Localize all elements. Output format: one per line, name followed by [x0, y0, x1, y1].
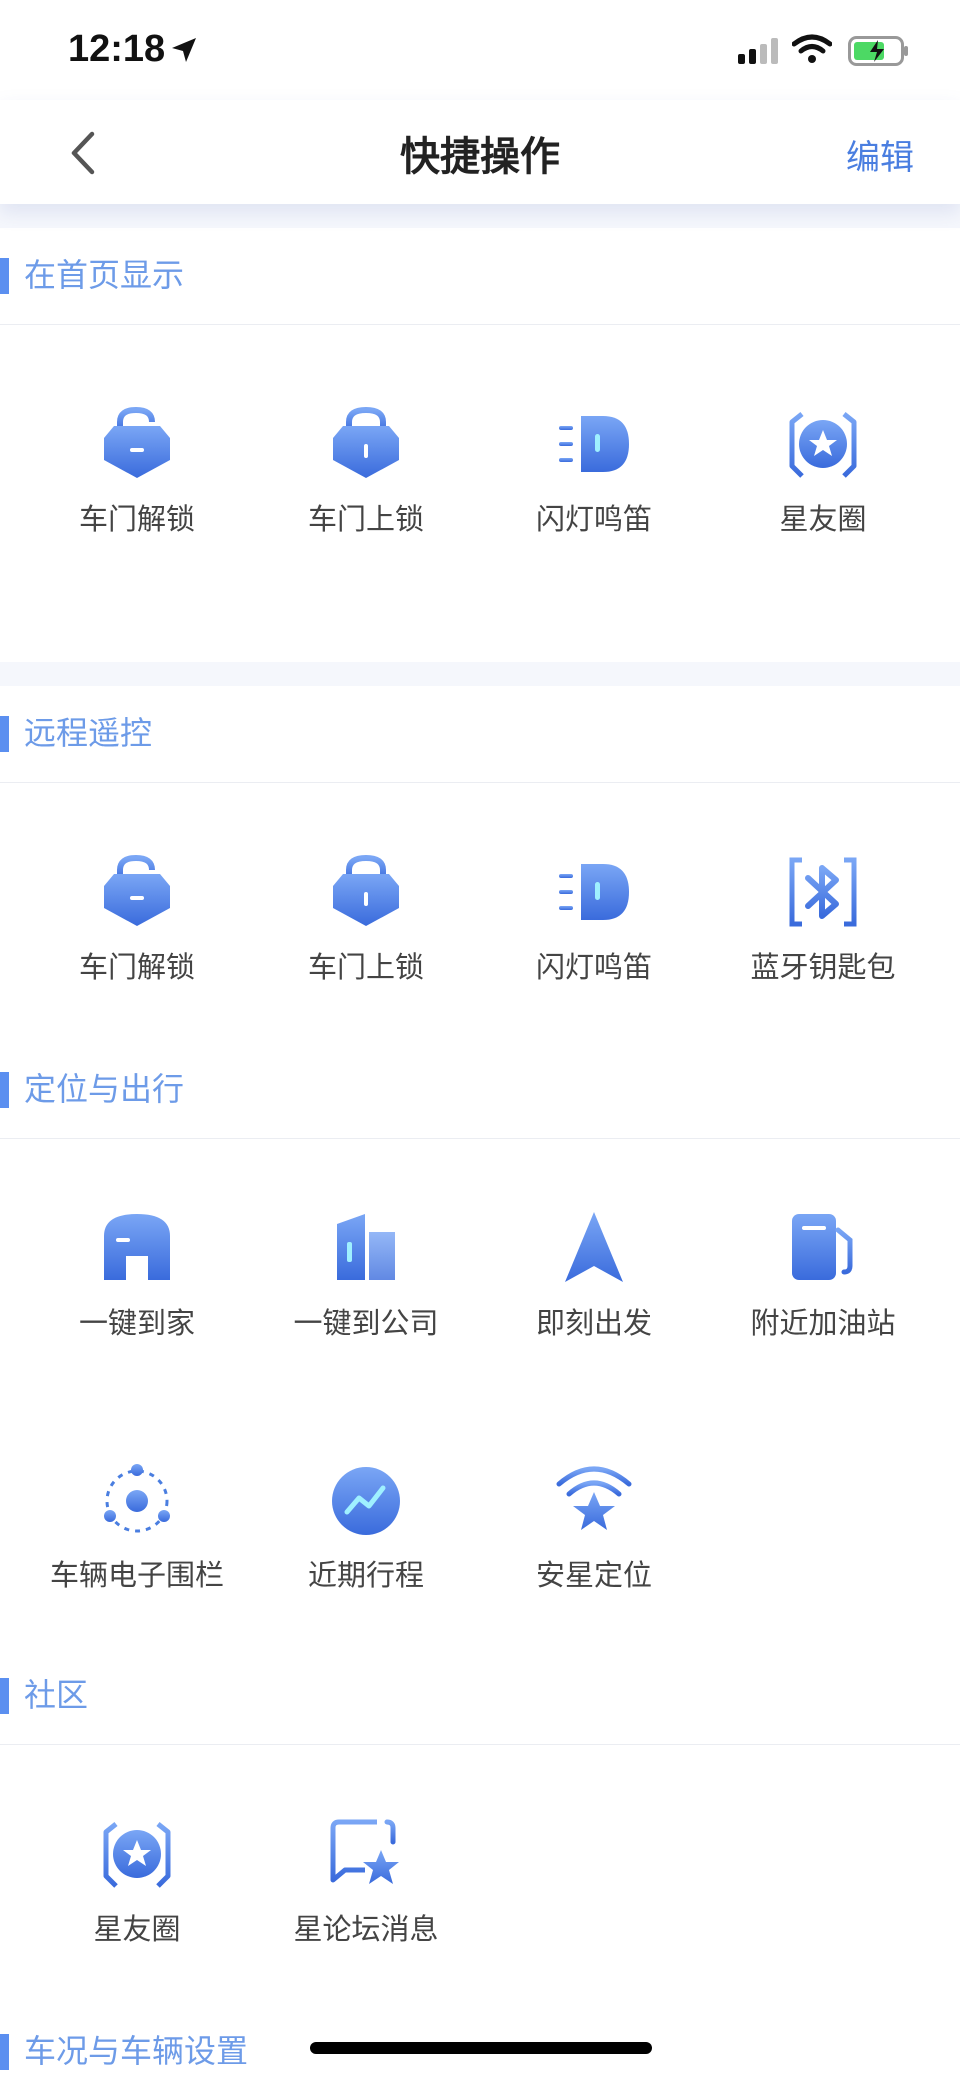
unlock-icon [104, 854, 170, 926]
action-label: 闪灯鸣笛 [535, 950, 652, 984]
message-star-icon [330, 1819, 399, 1884]
section-title: 社区 [24, 1676, 89, 1714]
action-door-unlock[interactable]: 车门解锁 [22, 404, 252, 574]
wifi-icon [792, 34, 832, 63]
action-label: 星论坛消息 [293, 1912, 439, 1946]
action-star-friends-community[interactable]: 星友圈 [22, 1814, 252, 1984]
navigation-arrow-icon [565, 1212, 623, 1282]
action-anxing-location[interactable]: 安星定位 [479, 1460, 709, 1630]
action-label: 一键到家 [78, 1306, 195, 1340]
section-accent-bar [0, 2034, 9, 2070]
gas-station-icon [792, 1214, 853, 1280]
section-title: 在首页显示 [24, 256, 185, 294]
section-header-community: 社区 [0, 1648, 960, 1745]
action-forum-messages[interactable]: 星论坛消息 [251, 1814, 481, 1984]
action-label: 近期行程 [307, 1558, 424, 1592]
section-title: 定位与出行 [24, 1070, 185, 1108]
bluetooth-icon [789, 857, 857, 927]
nav-bar: 快捷操作 编辑 [0, 100, 960, 204]
edit-button[interactable]: 编辑 [846, 130, 914, 179]
section-divider [0, 204, 960, 228]
action-label: 即刻出发 [535, 1306, 652, 1340]
action-label: 安星定位 [535, 1558, 652, 1592]
unlock-icon [104, 406, 170, 478]
action-label: 一键到公司 [293, 1306, 439, 1340]
action-label: 车辆电子围栏 [49, 1558, 224, 1592]
headlight-icon [559, 416, 629, 472]
section-divider [0, 662, 960, 686]
section-header-remote: 远程遥控 [0, 686, 960, 783]
action-go-home[interactable]: 一键到家 [22, 1208, 252, 1378]
location-arrow-icon [172, 38, 196, 62]
action-label: 闪灯鸣笛 [535, 502, 652, 536]
star-circle-icon [103, 1822, 171, 1888]
action-label: 车门解锁 [78, 502, 195, 536]
lock-icon [333, 406, 399, 478]
action-door-lock[interactable]: 车门上锁 [251, 404, 481, 574]
lock-icon [333, 854, 399, 926]
status-bar: 12:18 [0, 0, 960, 100]
section-header-home: 在首页显示 [0, 228, 960, 325]
action-label: 星友圈 [93, 1912, 181, 1946]
action-label: 附近加油站 [750, 1306, 896, 1340]
section-accent-bar [0, 258, 9, 294]
section-header-travel: 定位与出行 [0, 1042, 960, 1139]
action-star-friends[interactable]: 星友圈 [708, 404, 938, 574]
action-go-company[interactable]: 一键到公司 [251, 1208, 481, 1378]
action-label: 车门上锁 [307, 950, 424, 984]
signal-icon [738, 38, 778, 64]
action-label: 车门解锁 [78, 950, 195, 984]
action-label: 蓝牙钥匙包 [750, 950, 896, 984]
action-flash-honk[interactable]: 闪灯鸣笛 [479, 404, 709, 574]
home-icon [104, 1214, 170, 1280]
section-accent-bar [0, 1072, 9, 1108]
action-door-lock-remote[interactable]: 车门上锁 [251, 852, 481, 1022]
action-recent-trips[interactable]: 近期行程 [251, 1460, 481, 1630]
star-circle-icon [789, 412, 857, 478]
action-nearby-gas[interactable]: 附近加油站 [708, 1208, 938, 1378]
signal-star-icon [556, 1466, 632, 1530]
section-title: 远程遥控 [24, 714, 153, 752]
action-geofence[interactable]: 车辆电子围栏 [22, 1460, 252, 1630]
action-label: 车门上锁 [307, 502, 424, 536]
headlight-icon [559, 864, 629, 920]
action-bluetooth-key[interactable]: 蓝牙钥匙包 [708, 852, 938, 1022]
action-flash-honk-remote[interactable]: 闪灯鸣笛 [479, 852, 709, 1022]
status-time: 12:18 [68, 28, 166, 70]
action-door-unlock-remote[interactable]: 车门解锁 [22, 852, 252, 1022]
building-icon [337, 1214, 395, 1280]
section-title: 车况与车辆设置 [24, 2032, 249, 2070]
geofence-icon [104, 1464, 170, 1533]
action-depart-now[interactable]: 即刻出发 [479, 1208, 709, 1378]
section-accent-bar [0, 716, 9, 752]
section-accent-bar [0, 1678, 9, 1714]
page-title: 快捷操作 [400, 134, 560, 180]
home-indicator[interactable] [310, 2042, 652, 2054]
battery-charging-icon [848, 36, 908, 66]
trend-chart-icon [332, 1467, 400, 1535]
action-label: 星友圈 [779, 502, 867, 536]
